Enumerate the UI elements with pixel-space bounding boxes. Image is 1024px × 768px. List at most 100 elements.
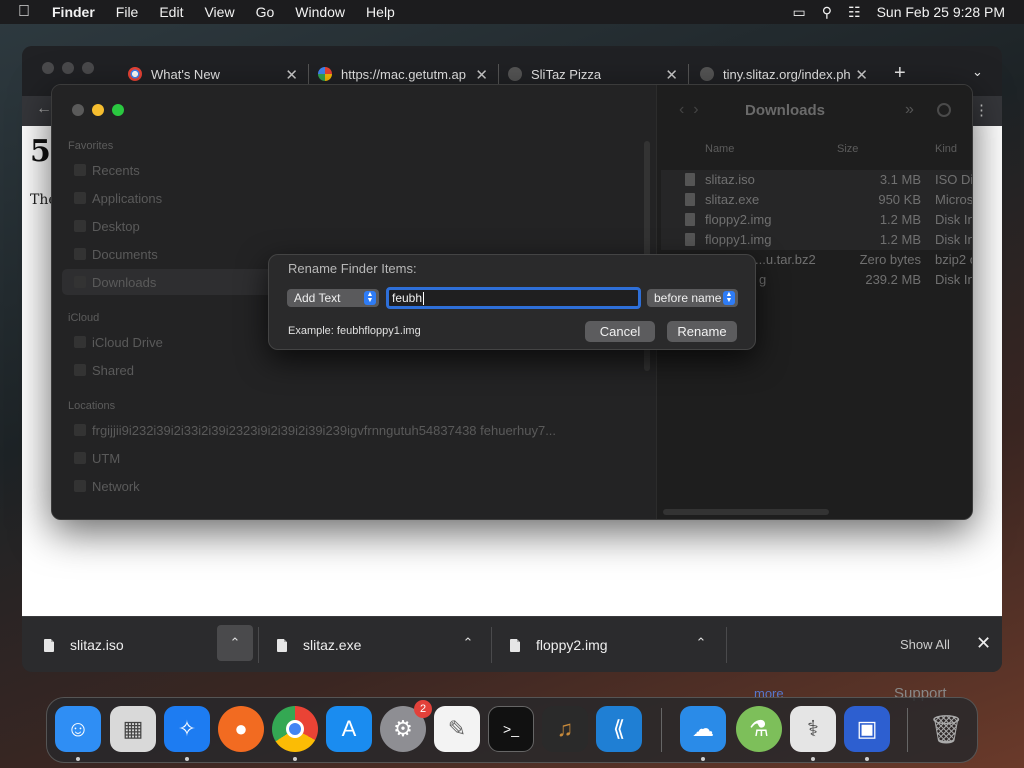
tab-close-icon[interactable]: ✕ (475, 66, 488, 84)
sidebar-item-location-disk[interactable]: frgijjii9i232i39i2i33i2i39i2323i9i2i39i2… (62, 417, 646, 443)
utm-icon[interactable]: ▣ (844, 706, 890, 752)
menu-app-name[interactable]: Finder (52, 4, 95, 20)
sidebar-item-network[interactable]: Network (62, 473, 646, 499)
tab-search-chevron-icon[interactable]: ⌄ (972, 64, 983, 80)
settings-icon[interactable]: ⚙ 2 (380, 700, 432, 752)
column-header-kind[interactable]: Kind (935, 143, 957, 155)
download-separator (491, 627, 492, 663)
document-icon (277, 638, 287, 652)
column-header-name[interactable]: Name (705, 143, 734, 155)
launchpad-icon[interactable]: ▦ (110, 706, 156, 752)
finder-icon[interactable]: ☺ (55, 706, 101, 752)
vscode-icon[interactable]: ⟪ (596, 706, 642, 752)
chevron-up-icon[interactable]: ⌃ (217, 625, 253, 661)
file-row[interactable]: slitaz.iso 3.1 MB ISO Di (661, 170, 972, 190)
desktop-icon (74, 220, 86, 232)
chevron-up-icon[interactable]: ⌃ (450, 625, 486, 661)
download-bar-close-icon[interactable]: ✕ (976, 633, 991, 654)
file-row[interactable]: floppy1.img 1.2 MB Disk In (661, 230, 973, 250)
safari-icon[interactable]: ✧ (164, 706, 210, 752)
tab-close-icon[interactable]: ✕ (855, 66, 868, 84)
file-icon (685, 173, 695, 186)
download-name: slitaz.exe (303, 637, 362, 653)
file-name: floppy1.img (705, 232, 772, 247)
sidebar-item-label: Shared (92, 362, 134, 378)
file-size: 1.2 MB (879, 212, 921, 227)
toolbar-overflow-icon[interactable]: » (905, 101, 914, 119)
disk-icon (74, 424, 86, 436)
chevron-up-icon[interactable]: ⌃ (683, 625, 719, 661)
rename-text-input[interactable]: feubh (386, 287, 641, 309)
sidebar-item-shared[interactable]: Shared (62, 357, 646, 383)
control-center-icon[interactable]: ☷ (848, 4, 861, 21)
screen-mirroring-icon[interactable]: ▭ (793, 4, 806, 21)
firefox-icon[interactable]: ● (218, 706, 264, 752)
chrome-icon[interactable] (272, 706, 318, 752)
cloud-icon (74, 336, 86, 348)
shared-folder-icon (74, 364, 86, 376)
garageband-icon[interactable]: ♫ (542, 706, 588, 752)
sidebar-item-label: Recents (92, 162, 140, 178)
file-size: 1.2 MB (879, 232, 921, 247)
menu-go[interactable]: Go (256, 4, 275, 20)
trash-icon[interactable]: 🗑 (923, 706, 969, 752)
app-store-icon[interactable]: A (326, 706, 372, 752)
select-value: Add Text (294, 291, 341, 305)
download-item-slitaz-iso[interactable]: slitaz.iso ⌃ (44, 625, 264, 665)
rename-action-select[interactable]: Add Text ▲ ▼ (287, 289, 379, 307)
select-arrows-icon: ▲ ▼ (723, 291, 735, 305)
menu-clock[interactable]: Sun Feb 25 9:28 PM (877, 4, 1005, 20)
file-name: g (759, 272, 767, 287)
disk-icon (74, 452, 86, 464)
sidebar-item-applications[interactable]: Applications (62, 185, 646, 211)
running-indicator (811, 757, 815, 761)
download-name: slitaz.iso (70, 637, 124, 653)
disk-utility-icon[interactable]: ⚕ (790, 706, 836, 752)
file-name: floppy2.img (705, 212, 772, 227)
textedit-icon[interactable]: ✎ (434, 706, 480, 752)
tab-close-icon[interactable]: ✕ (665, 66, 678, 84)
weather-icon[interactable]: ☁ (680, 706, 726, 752)
column-header-size[interactable]: Size (837, 143, 858, 155)
zoom-window-button[interactable] (112, 104, 124, 116)
minimize-window-button[interactable] (92, 104, 104, 116)
running-indicator (76, 757, 80, 761)
menu-file[interactable]: File (116, 4, 139, 20)
file-row[interactable]: slitaz.exe 950 KB Micros (661, 190, 972, 210)
dock-separator (907, 708, 908, 752)
sidebar-item-label: Documents (92, 246, 158, 262)
menu-edit[interactable]: Edit (159, 4, 183, 20)
sidebar-item-utm[interactable]: UTM (62, 445, 646, 471)
menu-view[interactable]: View (204, 4, 234, 20)
download-item-slitaz-exe[interactable]: slitaz.exe ⌃ (277, 625, 497, 665)
sidebar-item-label: Network (92, 478, 140, 494)
browser-menu-icon[interactable]: ⋮ (974, 101, 989, 119)
show-all-button[interactable]: Show All (900, 637, 950, 652)
clock-icon (74, 164, 86, 176)
menu-help[interactable]: Help (366, 4, 395, 20)
sidebar-item-desktop[interactable]: Desktop (62, 213, 646, 239)
tab-close-icon[interactable]: ✕ (285, 66, 298, 84)
rename-position-select[interactable]: before name ▲ ▼ (647, 289, 738, 307)
apple-menu-icon[interactable]:  (18, 3, 36, 21)
potion-icon[interactable]: ⚗ (736, 706, 782, 752)
menu-window[interactable]: Window (295, 4, 345, 20)
download-item-floppy2[interactable]: floppy2.img ⌃ (510, 625, 730, 665)
search-icon[interactable] (937, 103, 951, 117)
close-window-button[interactable] (72, 104, 84, 116)
file-kind: Disk In (935, 232, 973, 247)
rename-button[interactable]: Rename (667, 321, 737, 342)
back-arrow-icon[interactable]: ← (36, 100, 52, 118)
cancel-button[interactable]: Cancel (585, 321, 655, 342)
sidebar-item-label: iCloud Drive (92, 334, 163, 350)
back-forward-icon[interactable]: ‹ › (679, 101, 699, 119)
content-scrollbar[interactable] (663, 509, 829, 515)
tab-label: tiny.slitaz.org/index.ph (723, 66, 851, 82)
browser-window-controls (42, 62, 102, 74)
terminal-icon[interactable]: >_ (488, 706, 534, 752)
document-icon (510, 638, 520, 652)
new-tab-icon[interactable]: + (894, 62, 906, 85)
sidebar-item-recents[interactable]: Recents (62, 157, 646, 183)
file-row[interactable]: floppy2.img 1.2 MB Disk In (661, 210, 972, 230)
spotlight-search-icon[interactable]: ⚲ (822, 4, 832, 21)
